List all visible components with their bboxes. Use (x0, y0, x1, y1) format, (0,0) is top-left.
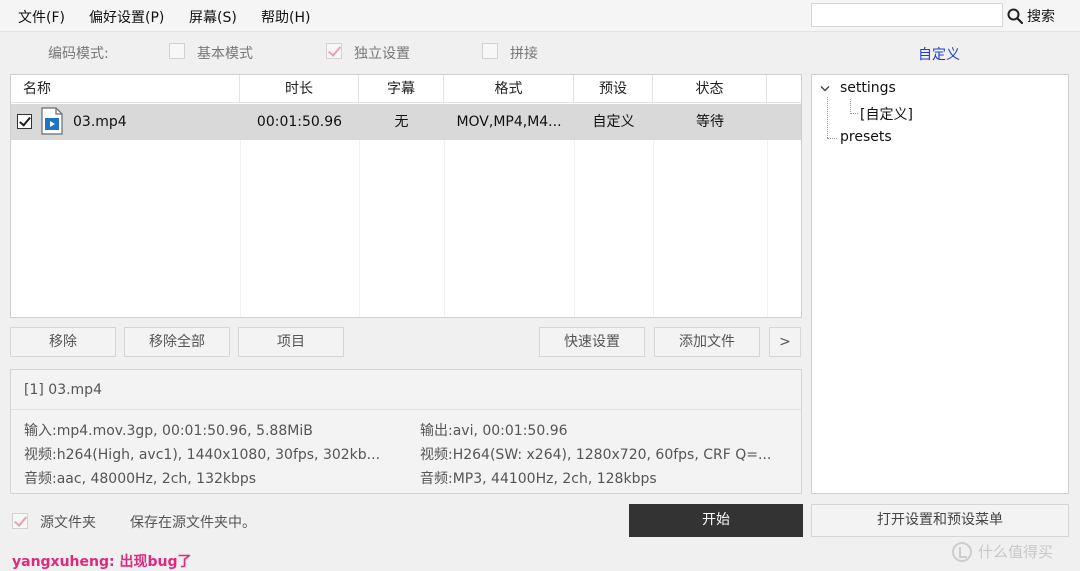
tree-node-custom[interactable]: [自定义] (860, 104, 913, 124)
column-divider (653, 140, 654, 317)
settings-tree: settings [自定义] presets (811, 74, 1069, 494)
cell-duration: 00:01:50.96 (256, 114, 343, 130)
info-input-audio: 音频:aac, 48000Hz, 2ch, 132kbps (24, 471, 257, 487)
source-folder-checkbox[interactable] (12, 513, 28, 529)
item-button[interactable]: 项目 (238, 327, 344, 357)
info-output-video: 视频:H264(SW: x264), 1280x720, 60fps, CRF … (420, 447, 772, 463)
open-settings-button[interactable]: 打开设置和预设菜单 (811, 504, 1069, 537)
basic-mode-checkbox[interactable] (169, 43, 185, 59)
watermark-logo-icon (952, 541, 972, 562)
tree-connector (850, 113, 858, 114)
start-button[interactable]: 开始 (629, 504, 803, 537)
table-row[interactable]: 03.mp4 00:01:50.96 无 MOV,MP4,M4... 自定义 等… (11, 104, 801, 140)
menu-screen[interactable]: 屏幕(S) (189, 7, 237, 27)
search-icon (1007, 8, 1023, 24)
independent-settings-checkbox[interactable] (326, 43, 342, 59)
info-divider (11, 409, 801, 410)
column-divider (444, 140, 445, 317)
independent-settings-label: 独立设置 (354, 46, 410, 62)
tree-connector (850, 99, 851, 114)
source-folder-label: 源文件夹 (40, 515, 96, 531)
tree-node-presets[interactable]: presets (840, 129, 892, 145)
basic-mode-label: 基本模式 (197, 46, 253, 62)
column-header-duration[interactable]: 时长 (240, 75, 359, 103)
table-header: 名称 时长 字幕 格式 预设 状态 (11, 75, 801, 103)
watermark-text: 什么值得买 (978, 543, 1054, 561)
info-title: [1] 03.mp4 (24, 382, 102, 398)
search-button-label: 搜索 (1027, 9, 1055, 25)
tree-connector (827, 97, 828, 138)
column-header-name[interactable]: 名称 (11, 75, 240, 103)
info-output: 输出:avi, 00:01:50.96 (420, 423, 568, 439)
search-button[interactable]: 搜索 (1007, 5, 1055, 27)
info-input-video: 视频:h264(High, avc1), 1440x1080, 30fps, 3… (24, 447, 381, 463)
column-header-status[interactable]: 状态 (653, 75, 767, 103)
cell-format: MOV,MP4,M4... (456, 114, 562, 130)
concat-checkbox[interactable] (482, 43, 498, 59)
tree-connector (827, 138, 837, 139)
tree-node-settings[interactable]: settings (840, 80, 896, 96)
custom-link[interactable]: 自定义 (918, 44, 960, 64)
column-header-preset[interactable]: 预设 (574, 75, 653, 103)
username-caption: yangxuheng: 出现bug了 (12, 554, 192, 570)
menu-preferences[interactable]: 偏好设置(P) (89, 7, 164, 27)
save-location-note: 保存在源文件夹中。 (130, 515, 256, 531)
column-divider (767, 140, 768, 317)
video-file-icon (41, 107, 63, 135)
cell-status: 等待 (696, 114, 724, 130)
chevron-down-icon[interactable] (820, 85, 830, 93)
file-name: 03.mp4 (73, 114, 127, 130)
cell-subtitle: 无 (394, 114, 409, 130)
row-checkbox[interactable] (17, 114, 32, 129)
menu-file[interactable]: 文件(F) (18, 7, 65, 27)
encode-mode-label: 编码模式: (48, 46, 109, 62)
column-header-subtitle[interactable]: 字幕 (359, 75, 444, 103)
more-button[interactable]: > (769, 327, 801, 357)
column-header-spacer (767, 75, 801, 103)
column-divider (359, 140, 360, 317)
column-header-format[interactable]: 格式 (444, 75, 574, 103)
file-info-panel: [1] 03.mp4 输入:mp4.mov.3gp, 00:01:50.96, … (10, 369, 802, 494)
column-divider (240, 140, 241, 317)
menu-help[interactable]: 帮助(H) (261, 7, 310, 27)
remove-all-button[interactable]: 移除全部 (124, 327, 230, 357)
quick-settings-button[interactable]: 快速设置 (539, 327, 645, 357)
file-table: 名称 时长 字幕 格式 预设 状态 03.mp4 00:01:50.96 无 M… (10, 74, 802, 318)
info-input: 输入:mp4.mov.3gp, 00:01:50.96, 5.88MiB (24, 423, 313, 439)
cell-preset: 自定义 (592, 114, 635, 130)
watermark: 什么值得买 (952, 541, 1053, 562)
search-input[interactable] (811, 3, 1003, 27)
remove-button[interactable]: 移除 (10, 327, 116, 357)
add-file-button[interactable]: 添加文件 (654, 327, 760, 357)
concat-label: 拼接 (510, 46, 538, 62)
column-divider (574, 140, 575, 317)
cell-name: 03.mp4 (11, 104, 240, 140)
info-output-audio: 音频:MP3, 44100Hz, 2ch, 128kbps (420, 471, 657, 487)
